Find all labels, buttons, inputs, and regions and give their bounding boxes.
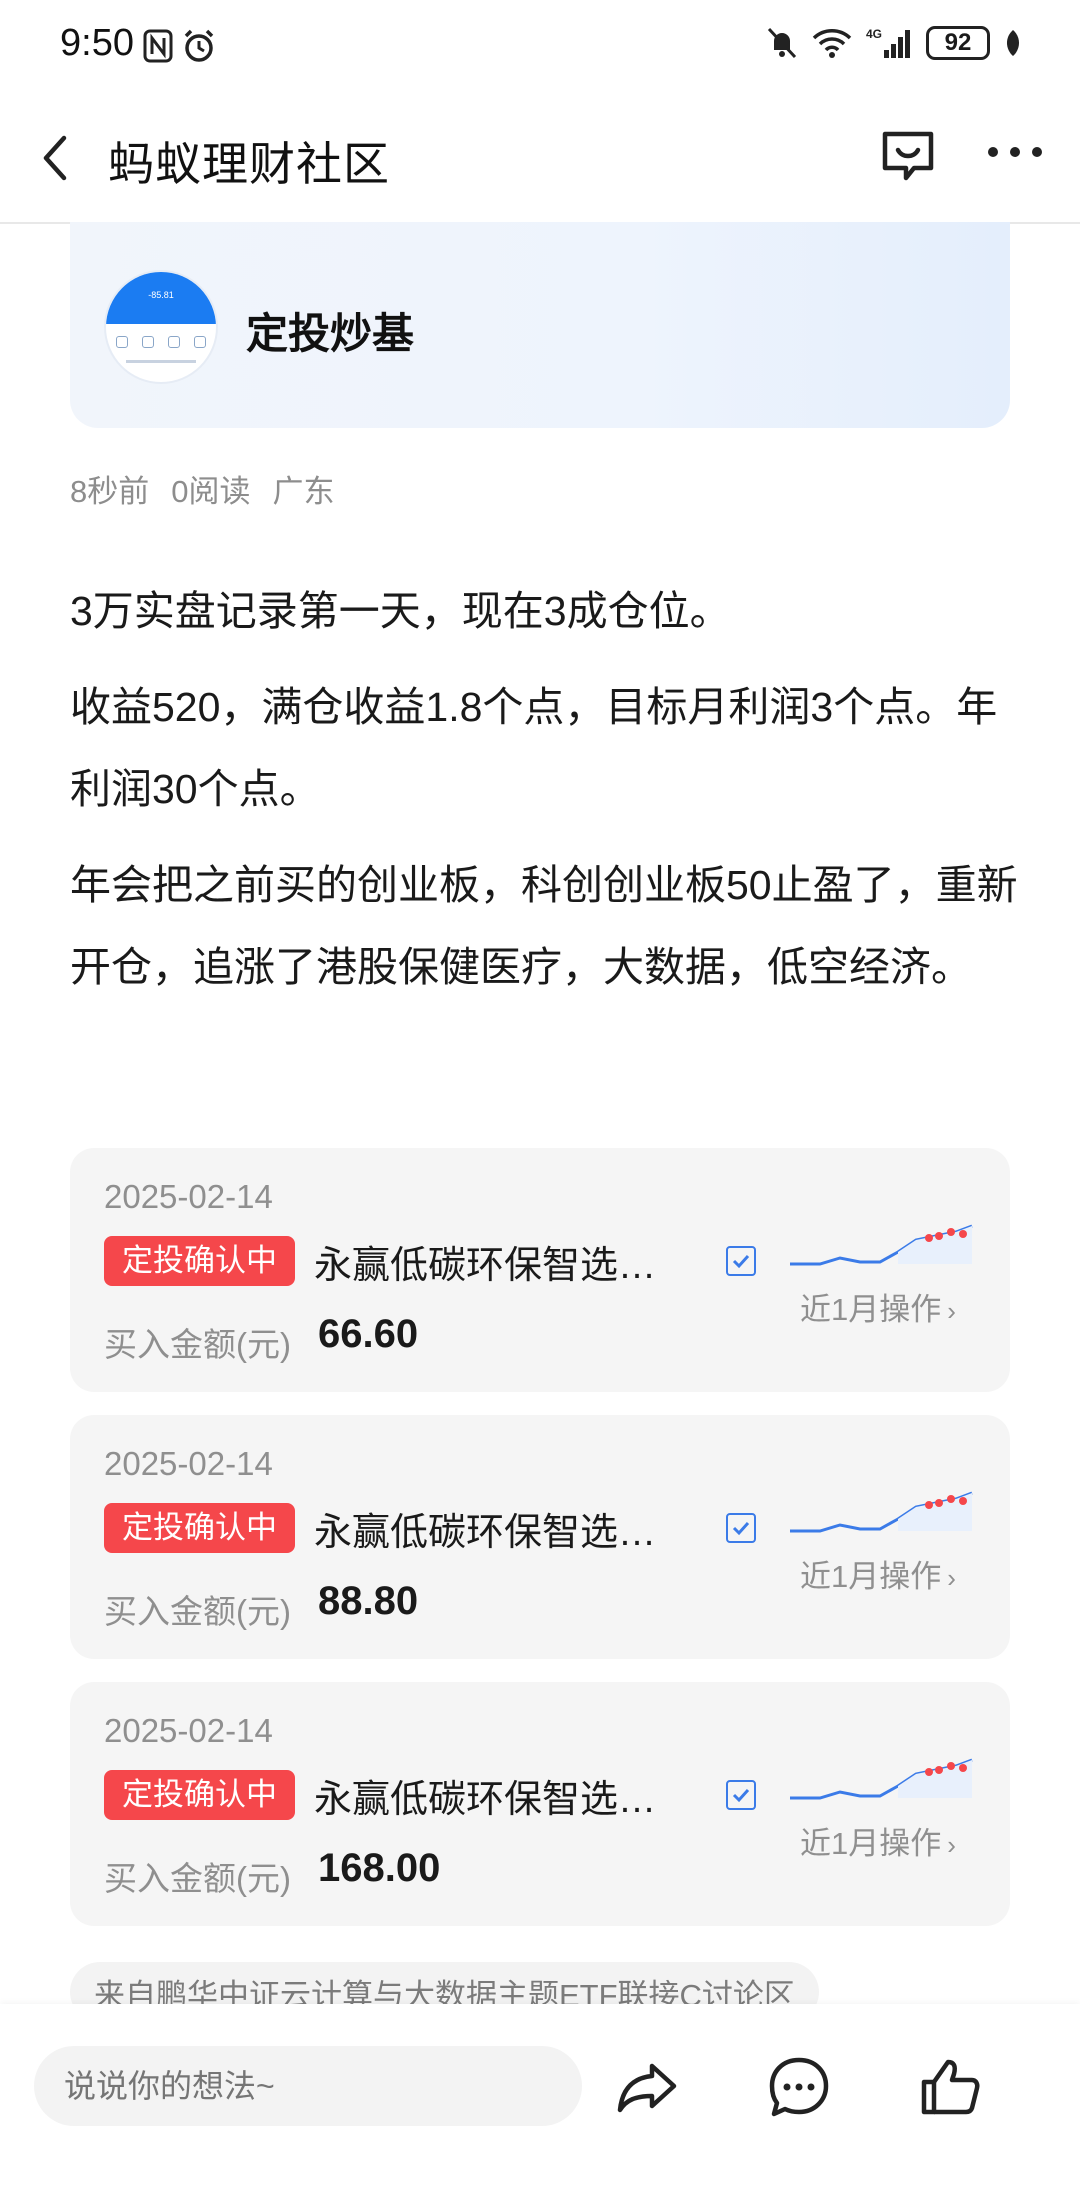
back-icon[interactable] (30, 128, 90, 188)
checkbox-icon[interactable] (726, 1246, 756, 1276)
comment-icon[interactable] (766, 2054, 832, 2120)
battery-level: 92 (944, 29, 972, 56)
alarm-icon (184, 29, 214, 62)
holding-fund-name: 永赢低碳环保智选… (314, 1512, 657, 1554)
mute-icon (767, 27, 797, 59)
holding-fund-name: 永赢低碳环保智选… (314, 1245, 657, 1287)
recent-ops-link[interactable]: 近1月操作 › (800, 1818, 956, 1863)
chevron-right-icon: › (947, 1296, 956, 1326)
holding-fund-name: 永赢低碳环保智选… (314, 1779, 657, 1821)
topic-card[interactable]: -85.81 定投炒基 (70, 222, 1010, 428)
sparkline-chart (790, 1224, 973, 1266)
status-left-icons (143, 28, 217, 64)
holding-card[interactable]: 2025-02-14 定投确认中 永赢低碳环保智选… 近1月操作 › 买入金额(元… (70, 1682, 1010, 1926)
holding-status-badge: 定投确认中 (104, 1770, 295, 1820)
nfc-icon (143, 29, 173, 63)
chevron-right-icon: › (947, 1830, 956, 1860)
wifi-icon (812, 29, 852, 58)
holding-date: 2025-02-14 (104, 1445, 273, 1482)
checkbox-icon[interactable] (726, 1513, 756, 1543)
post-body: 3万实盘记录第一天，现在3成仓位。 收益520，满仓收益1.8个点，目标月利润3… (70, 570, 1020, 1022)
post-time: 8秒前 (70, 474, 150, 509)
sparkline-chart (790, 1758, 973, 1800)
amount-label: 买入金额(元) (104, 1593, 291, 1630)
post-paragraph: 收益520，满仓收益1.8个点，目标月利润3个点。年利润30个点。 (70, 684, 998, 812)
recent-ops-link[interactable]: 近1月操作 › (800, 1551, 956, 1596)
holding-status-badge: 定投确认中 (104, 1503, 295, 1553)
bottom-action-bar (0, 2004, 1080, 2204)
holding-card[interactable]: 2025-02-14 定投确认中 永赢低碳环保智选… 近1月操作 › 买入金额(元… (70, 1148, 1010, 1392)
holding-date: 2025-02-14 (104, 1178, 273, 1215)
post-paragraph: 3万实盘记录第一天，现在3成仓位。 (70, 588, 731, 634)
post-meta: 8秒前 0阅读 广东 (70, 466, 335, 511)
topic-name: 定投炒基 (246, 310, 415, 357)
topic-avatar: -85.81 (106, 272, 216, 382)
amount-value: 88.80 (318, 1579, 419, 1623)
recent-ops-label: 近1月操作 (800, 1292, 942, 1327)
page-title: 蚂蚁理财社区 (108, 138, 390, 190)
recent-ops-label: 近1月操作 (800, 1826, 942, 1861)
sparkline-chart (790, 1491, 973, 1533)
comment-input[interactable] (34, 2046, 582, 2126)
amount-label: 买入金额(元) (104, 1326, 291, 1363)
post-location: 广东 (272, 474, 335, 509)
feedback-icon[interactable] (880, 128, 936, 184)
svg-text:4G: 4G (866, 27, 882, 41)
amount-label: 买入金额(元) (104, 1860, 291, 1897)
amount-value: 66.60 (318, 1312, 419, 1356)
post-paragraph: 年会把之前买的创业板，科创创业板50止盈了，重新开仓，追涨了港股保健医疗，大数据… (70, 862, 1018, 990)
post-reads: 0阅读 (171, 474, 251, 509)
cellular-signal-icon: 4G (866, 27, 910, 58)
holding-date: 2025-02-14 (104, 1712, 273, 1749)
status-time: 9:50 (60, 22, 134, 64)
checkbox-icon[interactable] (726, 1780, 756, 1810)
more-icon[interactable] (985, 132, 1045, 172)
status-bar: 9:50 4G 92 (0, 0, 1080, 92)
battery-indicator: 92 (926, 26, 990, 60)
chevron-right-icon: › (947, 1563, 956, 1593)
top-nav-bar: 蚂蚁理财社区 (0, 92, 1080, 224)
share-icon[interactable] (614, 2054, 680, 2120)
amount-value: 168.00 (318, 1846, 441, 1890)
battery-saver-leaf-icon (1006, 30, 1020, 56)
like-icon[interactable] (918, 2054, 984, 2120)
recent-ops-label: 近1月操作 (800, 1559, 942, 1594)
holding-status-badge: 定投确认中 (104, 1236, 295, 1286)
holding-card[interactable]: 2025-02-14 定投确认中 永赢低碳环保智选… 近1月操作 › 买入金额(元… (70, 1415, 1010, 1659)
status-right-icons: 4G 92 (766, 26, 1022, 60)
recent-ops-link[interactable]: 近1月操作 › (800, 1284, 956, 1329)
